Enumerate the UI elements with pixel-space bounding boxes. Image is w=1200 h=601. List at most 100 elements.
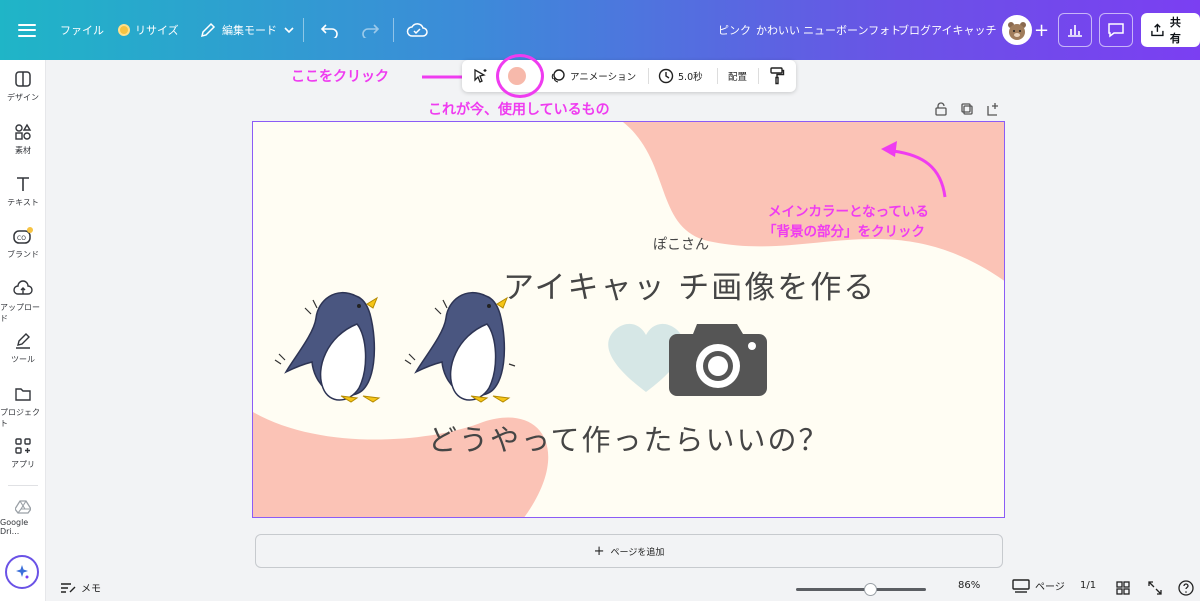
tag-kawaii[interactable]: かわいい [756, 0, 800, 60]
tag-label: ブログアイキャッチ [898, 24, 997, 37]
redo-icon [362, 24, 380, 38]
lock-icon[interactable] [934, 101, 948, 117]
annotation-currently-used: これが今、使用しているもの [428, 102, 610, 118]
apps-icon [15, 438, 31, 454]
sidebar-item-label: デザイン [7, 93, 39, 102]
page-view-button[interactable]: ページ [1012, 578, 1065, 593]
chevron-down-icon [284, 27, 294, 34]
undo-button[interactable] [320, 0, 340, 60]
sparkle-icon [16, 565, 29, 579]
undo-icon [320, 24, 338, 38]
share-button[interactable]: 共有 [1141, 0, 1200, 60]
add-page-button[interactable]: + ページを追加 [255, 534, 1003, 568]
sidebar-item-google-drive[interactable]: Google Dri... [0, 500, 46, 536]
sidebar-item-label: ツール [11, 355, 35, 364]
sidebar-item-elements[interactable]: 素材 [0, 123, 46, 156]
text-icon [17, 177, 29, 191]
sidebar-item-label: 素材 [15, 146, 31, 155]
magic-assistant-button[interactable] [5, 555, 39, 589]
penguin-illustration-right[interactable] [401, 284, 521, 414]
add-page-label: ページを追加 [610, 547, 665, 558]
animation-icon [551, 69, 565, 83]
left-sidebar: デザイン 素材 テキスト CO ブランド アップロード ツール プロジェクト ア… [0, 60, 46, 601]
canvas-author-text[interactable]: ぽこさん [653, 234, 709, 254]
animation-label: アニメーション [570, 72, 637, 83]
duration-label: 5.0秒 [678, 72, 703, 83]
tag-newborn-photo[interactable]: ニューボーンフォト [803, 0, 901, 60]
edit-mode-button[interactable]: 編集モード [200, 0, 295, 60]
google-drive-icon [15, 500, 31, 514]
arrange-label: 配置 [728, 72, 748, 83]
clock-icon [658, 68, 674, 84]
resize-button[interactable]: リサイズ [118, 0, 179, 60]
svg-text:CO: CO [17, 235, 26, 242]
insights-button[interactable] [1058, 0, 1092, 60]
bear-avatar-icon [1008, 22, 1026, 40]
tag-pink[interactable]: ピンク [718, 0, 751, 60]
annotation-main-color-line2: 「背景の部分」をクリック [763, 224, 925, 240]
sidebar-item-brand[interactable]: CO ブランド [0, 227, 46, 260]
arrange-button[interactable]: 配置 [728, 60, 747, 92]
fullscreen-icon[interactable] [1148, 581, 1162, 595]
sidebar-item-uploads[interactable]: アップロード [0, 280, 46, 324]
sidebar-item-label: テキスト [7, 198, 39, 207]
avatar[interactable] [1002, 15, 1032, 45]
animation-button[interactable]: アニメーション [550, 60, 636, 92]
redo-button[interactable] [360, 0, 380, 60]
annotation-highlight-circle [496, 54, 544, 98]
pen-icon [16, 333, 30, 349]
penguin-illustration-left[interactable] [271, 284, 391, 414]
canvas-subtitle-text[interactable]: どうやって作ったらいいの？ [428, 417, 830, 459]
duplicate-icon[interactable] [960, 101, 974, 117]
camera-icon[interactable] [667, 318, 769, 398]
canvas-title-text[interactable]: アイキャッ チ画像を作る [503, 262, 876, 307]
cloud-save-status[interactable] [406, 0, 428, 60]
paint-roller-icon [770, 67, 785, 85]
sidebar-item-projects[interactable]: プロジェクト [0, 385, 46, 429]
resize-label: リサイズ [135, 24, 179, 37]
comments-button[interactable] [1099, 0, 1133, 60]
tag-label: ニューボーンフォト [803, 24, 902, 37]
sidebar-item-text[interactable]: テキスト [0, 175, 46, 208]
sidebar-divider [8, 485, 38, 486]
notes-button[interactable]: メモ [60, 580, 101, 595]
help-icon[interactable] [1178, 580, 1194, 596]
sidebar-item-label: プロジェクト [0, 408, 40, 428]
menu-button[interactable] [18, 0, 36, 60]
toolbar-separator [648, 68, 649, 84]
design-canvas[interactable]: ぽこさん アイキャッ チ画像を作る どうやって作ったらいいの？ メインカラーとな… [252, 121, 1005, 518]
tag-label: ピンク [718, 24, 751, 37]
duration-button[interactable]: 5.0秒 [658, 60, 703, 92]
share-upload-icon [1151, 23, 1164, 37]
upload-icon [13, 280, 33, 295]
notes-label: メモ [81, 584, 101, 595]
sidebar-item-apps[interactable]: アプリ [0, 437, 46, 470]
magic-cursor-icon [474, 68, 487, 83]
add-page-icon[interactable] [986, 101, 1000, 117]
toolbar-divider [393, 18, 394, 42]
page-view-label: ページ [1035, 582, 1065, 593]
zoom-slider[interactable] [796, 583, 926, 596]
page-view-icon [1012, 578, 1030, 593]
pencil-icon [200, 22, 216, 38]
notes-icon [61, 582, 76, 593]
annotation-curved-arrow-icon [881, 141, 947, 198]
collaborator-group[interactable]: + [1002, 0, 1049, 60]
tag-blog-eyecatch[interactable]: ブログアイキャッチ [898, 0, 996, 60]
sidebar-item-tools[interactable]: ツール [0, 332, 46, 365]
file-menu-button[interactable]: ファイル [60, 0, 104, 60]
grid-view-icon[interactable] [1116, 581, 1130, 595]
zoom-slider-handle[interactable] [863, 583, 877, 596]
sidebar-item-design[interactable]: デザイン [0, 70, 46, 103]
tag-label: かわいい [756, 24, 800, 37]
add-collaborator-icon[interactable]: + [1034, 20, 1049, 41]
copy-style-button[interactable] [769, 60, 785, 92]
sidebar-item-label: Google Dri... [0, 518, 29, 536]
toolbar-divider [303, 18, 304, 42]
zoom-value[interactable]: 86% [958, 580, 980, 591]
folder-icon [15, 388, 31, 401]
brand-icon: CO [13, 227, 33, 244]
magic-edit-button[interactable] [472, 60, 488, 92]
comment-icon [1099, 13, 1133, 47]
file-menu-label: ファイル [60, 24, 104, 37]
